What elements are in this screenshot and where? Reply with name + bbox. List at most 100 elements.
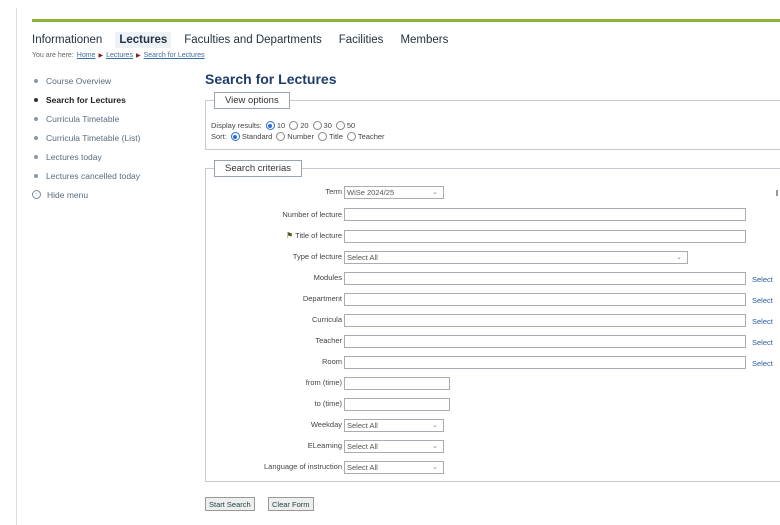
- top-navigation: Informationen Lectures Faculties and Dep…: [32, 30, 465, 50]
- sort-title-radio[interactable]: [317, 132, 327, 141]
- clear-form-button[interactable]: Clear Form: [268, 497, 314, 511]
- sort-teacher-label: Teacher: [357, 132, 385, 141]
- breadcrumb-arrow-icon: ▶: [135, 53, 141, 59]
- from-time-label: from (time): [305, 378, 342, 387]
- nav-informationen[interactable]: Informationen: [32, 34, 102, 46]
- sidebar-item-search-lectures[interactable]: Search for Lectures: [34, 90, 194, 109]
- chevron-down-icon: ⌄: [432, 422, 438, 429]
- term-value: WiSe 2024/25: [347, 188, 395, 197]
- sidebar-item-label: Search for Lectures: [46, 94, 126, 105]
- sidebar-item-curricula-timetable[interactable]: Curricula Timetable: [34, 109, 194, 128]
- breadcrumb-search[interactable]: Search for Lectures: [144, 52, 205, 59]
- display-50-label: 50: [346, 121, 356, 130]
- teacher-input[interactable]: [344, 335, 746, 348]
- display-30-label: 30: [323, 121, 332, 130]
- sidebar: Course Overview Search for Lectures Curr…: [32, 71, 194, 204]
- breadcrumb-home[interactable]: Home: [77, 52, 96, 59]
- search-criteria-legend: Search criterias: [214, 160, 302, 177]
- title-label-wrap: ⚑ Title of lecture: [192, 231, 342, 240]
- modules-input[interactable]: [344, 272, 746, 285]
- sidebar-item-label: Curricula Timetable (List): [46, 132, 141, 143]
- sort-teacher-radio[interactable]: [346, 132, 356, 141]
- sort-number-radio[interactable]: [276, 132, 286, 141]
- room-label: Room: [321, 357, 342, 366]
- from-time-input[interactable]: [344, 377, 450, 390]
- department-label: Department: [302, 294, 342, 303]
- to-time-label: to (time): [314, 399, 342, 408]
- sidebar-item-label: Course Overview: [46, 75, 112, 86]
- sidebar-item-lectures-cancelled[interactable]: Lectures cancelled today: [34, 166, 194, 185]
- chevron-down-icon: ⌄: [432, 464, 438, 471]
- sidebar-item-course-overview[interactable]: Course Overview: [34, 71, 194, 90]
- view-options-legend: View options: [214, 92, 290, 109]
- modules-label: Modules: [313, 273, 342, 282]
- number-input[interactable]: [344, 208, 746, 221]
- display-results-label: Display results:: [211, 121, 262, 130]
- sort-number-label: Number: [287, 132, 314, 141]
- display-10-label: 10: [276, 121, 286, 130]
- elearning-select[interactable]: Select All ⌄: [344, 440, 444, 453]
- type-value: Select All: [347, 253, 378, 262]
- language-value: Select All: [347, 463, 378, 472]
- term-label: Term: [325, 187, 342, 196]
- term-select[interactable]: WiSe 2024/25 ⌄: [344, 186, 444, 199]
- sort-row: Sort: Standard Number Title Teacher: [211, 132, 385, 141]
- nav-facilities[interactable]: Facilities: [339, 34, 384, 46]
- language-select[interactable]: Select All ⌄: [344, 461, 444, 474]
- sidebar-item-lectures-today[interactable]: Lectures today: [34, 147, 194, 166]
- bullet-icon: [34, 154, 38, 159]
- bullet-icon: [34, 116, 38, 121]
- title-input[interactable]: [344, 230, 746, 243]
- modules-select-button[interactable]: Select: [752, 275, 773, 284]
- sidebar-item-label: Curricula Timetable: [46, 113, 120, 124]
- breadcrumb: You are here: Home ▶ Lectures ▶ Search f…: [32, 52, 205, 59]
- display-10-radio[interactable]: [265, 121, 275, 130]
- room-select-button[interactable]: Select: [752, 359, 773, 368]
- display-30-radio[interactable]: [312, 121, 322, 130]
- chevron-down-icon: ⌄: [432, 189, 438, 196]
- weekday-select[interactable]: Select All ⌄: [344, 419, 444, 432]
- curricula-input[interactable]: [344, 314, 746, 327]
- curricula-select-button[interactable]: Select: [752, 317, 773, 326]
- teacher-label: Teacher: [315, 336, 342, 345]
- header-accent-line: [32, 19, 780, 22]
- sort-standard-label: Standard: [241, 132, 273, 141]
- sidebar-item-hide-menu[interactable]: − Hide menu: [32, 185, 194, 204]
- hide-menu-icon: −: [32, 190, 41, 199]
- type-select[interactable]: Select All ⌄: [344, 251, 688, 264]
- breadcrumb-prefix: You are here:: [32, 52, 74, 59]
- breadcrumb-lectures[interactable]: Lectures: [106, 52, 133, 59]
- chevron-down-icon: ⌄: [432, 443, 438, 450]
- sort-title-label: Title: [328, 132, 343, 141]
- weekday-value: Select All: [347, 421, 378, 430]
- display-20-radio[interactable]: [289, 121, 299, 130]
- to-time-input[interactable]: [344, 398, 450, 411]
- room-input[interactable]: [344, 356, 746, 369]
- department-input[interactable]: [344, 293, 746, 306]
- display-results-row: Display results: 10 20 30 50: [211, 121, 355, 130]
- breadcrumb-arrow-icon: ▶: [98, 53, 104, 59]
- department-select-button[interactable]: Select: [752, 296, 773, 305]
- elearning-label: ELearning: [307, 441, 342, 450]
- flag-icon: ⚑: [286, 231, 294, 240]
- start-search-button[interactable]: Start Search: [205, 497, 255, 511]
- page-title: Search for Lectures: [205, 71, 337, 87]
- title-label: Title of lecture: [295, 231, 342, 240]
- sidebar-item-label: Lectures cancelled today: [46, 170, 141, 181]
- nav-faculties-departments[interactable]: Faculties and Departments: [184, 34, 321, 46]
- edge-marker: [776, 190, 778, 196]
- sidebar-item-label: Hide menu: [47, 189, 89, 200]
- curricula-label: Curricula: [311, 315, 342, 324]
- display-20-label: 20: [300, 121, 309, 130]
- sidebar-item-curricula-timetable-list[interactable]: Curricula Timetable (List): [34, 128, 194, 147]
- nav-lectures[interactable]: Lectures: [115, 32, 172, 48]
- sort-standard-radio[interactable]: [230, 132, 240, 141]
- chevron-down-icon: ⌄: [676, 254, 682, 261]
- bullet-icon: [34, 78, 38, 83]
- teacher-select-button[interactable]: Select: [752, 338, 773, 347]
- nav-members[interactable]: Members: [400, 34, 448, 46]
- bullet-icon: [34, 97, 38, 102]
- weekday-label: Weekday: [310, 420, 342, 429]
- display-50-radio[interactable]: [335, 121, 345, 130]
- bullet-icon: [34, 135, 38, 140]
